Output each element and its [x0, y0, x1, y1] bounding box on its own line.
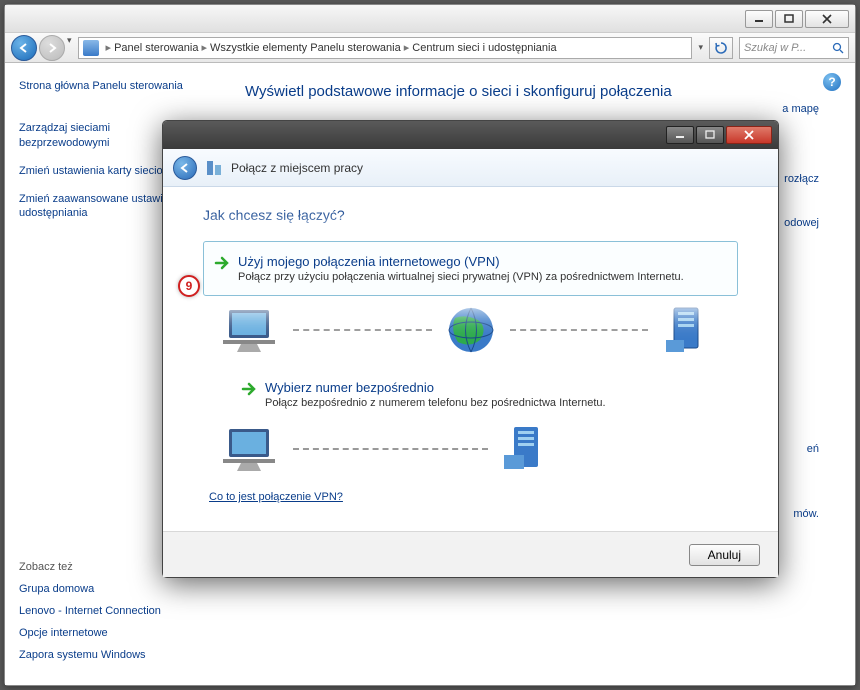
breadcrumb-item[interactable]: Panel sterowania	[114, 42, 198, 54]
sidebar-link-home[interactable]: Strona główna Panelu sterowania	[19, 79, 201, 93]
chevron-down-icon[interactable]: ▾	[67, 35, 72, 61]
step-callout-9: 9	[178, 275, 200, 297]
option-vpn-title: Użyj mojego połączenia internetowego (VP…	[238, 254, 723, 269]
option-vpn[interactable]: Użyj mojego połączenia internetowego (VP…	[203, 241, 738, 296]
computer-icon	[223, 425, 285, 473]
search-input[interactable]: Szukaj w P...	[739, 37, 849, 59]
globe-icon	[440, 306, 502, 354]
location-icon	[83, 40, 99, 56]
cancel-button[interactable]: Anuluj	[689, 544, 760, 566]
dialog-footer: Anuluj	[163, 531, 778, 577]
bg-link[interactable]: odowej	[784, 217, 819, 229]
option-dialup-desc: Połącz bezpośrednio z numerem telefonu b…	[265, 397, 724, 409]
connection-line	[293, 329, 432, 331]
connection-line	[510, 329, 649, 331]
arrow-right-icon	[214, 256, 230, 270]
chevron-right-icon: ▸	[404, 41, 410, 54]
arrow-left-icon	[18, 42, 30, 54]
arrow-right-icon	[46, 42, 58, 54]
nav-forward-button[interactable]	[39, 35, 65, 61]
dialog-minimize-button[interactable]	[666, 126, 694, 144]
option-dialup-title: Wybierz numer bezpośrednio	[265, 380, 724, 395]
connection-line	[293, 448, 488, 450]
nav-arrows: ▾	[11, 35, 72, 61]
search-icon	[832, 42, 844, 54]
outer-titlebar	[5, 5, 855, 33]
navbar: ▾ ▸ Panel sterowania ▸ Wszystkie element…	[5, 33, 855, 63]
chevron-right-icon: ▸	[201, 41, 207, 54]
dialog-close-button[interactable]	[726, 126, 772, 144]
minimize-icon	[754, 15, 764, 23]
maximize-icon	[784, 14, 794, 24]
bg-link: eń	[807, 443, 819, 455]
chevron-down-icon[interactable]: ▾	[698, 42, 703, 53]
vpn-illustration	[203, 306, 738, 372]
maximize-icon	[705, 130, 715, 140]
see-link-internet-options[interactable]: Opcje internetowe	[19, 627, 201, 639]
dialog-body: Jak chcesz się łączyć? Użyj mojego połąc…	[163, 187, 778, 515]
close-icon	[743, 130, 755, 140]
bg-link: mów.	[793, 508, 819, 520]
breadcrumb-item[interactable]: Centrum sieci i udostępniania	[412, 42, 556, 54]
see-link-lenovo[interactable]: Lenovo - Internet Connection	[19, 605, 201, 617]
breadcrumb[interactable]: ▸ Panel sterowania ▸ Wszystkie elementy …	[78, 37, 693, 59]
minimize-icon	[675, 131, 685, 139]
see-link-homegroup[interactable]: Grupa domowa	[19, 583, 201, 595]
page-title: Wyświetl podstawowe informacje o sieci i…	[245, 83, 825, 100]
bg-link[interactable]: a mapę	[782, 103, 819, 115]
arrow-left-icon	[179, 162, 191, 174]
option-vpn-desc: Połącz przy użyciu połączenia wirtualnej…	[238, 271, 723, 283]
refresh-button[interactable]	[709, 37, 733, 59]
minimize-button[interactable]	[745, 10, 773, 28]
server-icon	[496, 425, 558, 473]
breadcrumb-item[interactable]: Wszystkie elementy Panelu sterowania	[210, 42, 401, 54]
dialog-header: Połącz z miejscem pracy	[163, 149, 778, 187]
what-is-vpn-link[interactable]: Co to jest połączenie VPN?	[209, 491, 738, 503]
help-icon[interactable]: ?	[823, 73, 841, 91]
dialog-heading: Jak chcesz się łączyć?	[203, 207, 738, 223]
search-placeholder: Szukaj w P...	[744, 42, 806, 54]
chevron-right-icon: ▸	[106, 41, 112, 54]
option-dialup[interactable]: Wybierz numer bezpośrednio Połącz bezpoś…	[203, 372, 738, 417]
server-icon	[656, 306, 718, 354]
computer-icon	[223, 306, 285, 354]
connect-workplace-dialog: Połącz z miejscem pracy Jak chcesz się ł…	[162, 120, 779, 578]
dialog-titlebar	[163, 121, 778, 149]
dialog-maximize-button[interactable]	[696, 126, 724, 144]
maximize-button[interactable]	[775, 10, 803, 28]
refresh-icon	[714, 41, 728, 55]
dialog-title: Połącz z miejscem pracy	[231, 161, 363, 175]
nav-back-button[interactable]	[11, 35, 37, 61]
close-button[interactable]	[805, 10, 849, 28]
see-link-firewall[interactable]: Zapora systemu Windows	[19, 649, 201, 661]
dialog-back-button[interactable]	[173, 156, 197, 180]
close-icon	[821, 14, 833, 24]
workplace-icon	[205, 159, 223, 177]
dialup-illustration	[203, 425, 738, 491]
arrow-right-icon	[241, 382, 257, 396]
bg-link[interactable]: rozłącz	[784, 173, 819, 185]
